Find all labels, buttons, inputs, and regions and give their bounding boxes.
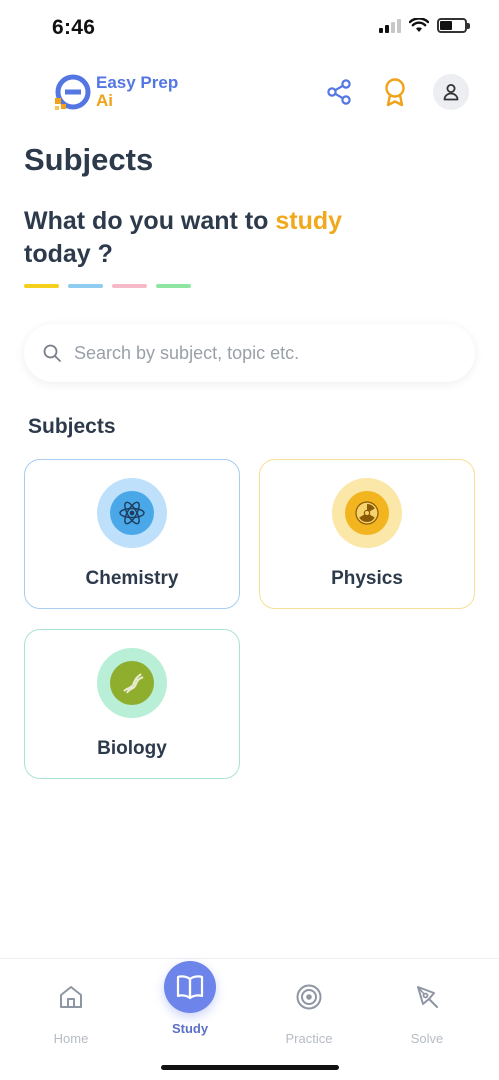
- app-logo: Easy Prep Ai: [52, 72, 178, 112]
- subject-card-physics[interactable]: Physics: [259, 459, 475, 609]
- nav-item-study[interactable]: Study: [140, 961, 240, 1036]
- dash-blue: [68, 284, 103, 288]
- search-icon: [43, 344, 61, 362]
- status-bar: 6:46: [0, 0, 499, 56]
- status-time: 6:46: [52, 16, 96, 39]
- nav-item-practice[interactable]: Practice: [259, 971, 359, 1046]
- status-icons: [379, 18, 470, 33]
- pen-tool-icon: [401, 971, 453, 1023]
- header-actions: [321, 74, 469, 110]
- search-bar[interactable]: [24, 324, 475, 382]
- profile-button[interactable]: [433, 74, 469, 110]
- subject-icon-halo: [97, 648, 167, 718]
- nav-label: Solve: [410, 1031, 444, 1046]
- search-input[interactable]: [74, 342, 454, 364]
- nav-item-solve[interactable]: Solve: [377, 971, 477, 1046]
- logo-text-primary: Easy Prep: [96, 73, 179, 92]
- subject-icon-halo: [332, 478, 402, 548]
- user-icon: [443, 84, 459, 101]
- award-icon: [385, 78, 405, 107]
- prompt-prefix: What do you want to: [24, 207, 276, 235]
- subject-icon-halo: [97, 478, 167, 548]
- prompt-accent: study: [275, 207, 343, 235]
- home-icon: [45, 971, 97, 1023]
- share-icon: [327, 79, 351, 105]
- dash-pink: [112, 284, 147, 288]
- dash-green: [156, 284, 191, 288]
- subjects-section-label: Subjects: [28, 415, 116, 438]
- dash-yellow: [24, 284, 59, 288]
- nav-label: Study: [171, 1021, 209, 1036]
- nav-item-home[interactable]: Home: [21, 971, 121, 1046]
- share-button[interactable]: [321, 74, 357, 110]
- prompt-suffix: today ?: [24, 240, 113, 268]
- battery-icon: [437, 18, 470, 33]
- achievements-button[interactable]: [377, 74, 413, 110]
- bottom-navigation: Home Study Practice Solve: [0, 958, 499, 1080]
- nav-label: Practice: [285, 1031, 333, 1046]
- logo-mark-icon: [55, 74, 91, 110]
- subject-card-label: Physics: [331, 568, 403, 589]
- subject-card-label: Chemistry: [85, 568, 179, 589]
- nav-label: Home: [53, 1031, 89, 1046]
- subject-card-biology[interactable]: Biology: [24, 629, 240, 779]
- color-dashes: [24, 284, 191, 288]
- book-icon: [164, 961, 216, 1013]
- wifi-icon: [409, 18, 429, 32]
- subject-card-label: Biology: [97, 738, 167, 759]
- study-prompt: What do you want to study today ?: [24, 205, 364, 271]
- home-indicator: [161, 1065, 339, 1070]
- subject-card-chemistry[interactable]: Chemistry: [24, 459, 240, 609]
- page-title: Subjects: [24, 142, 154, 177]
- logo-text-secondary: Ai: [96, 91, 113, 110]
- app-header: Easy Prep Ai: [0, 68, 499, 118]
- dna-icon: [110, 661, 154, 705]
- atom-icon: [110, 491, 154, 535]
- cellular-signal-icon: [379, 18, 401, 33]
- radiation-icon: [345, 491, 389, 535]
- target-icon: [283, 971, 335, 1023]
